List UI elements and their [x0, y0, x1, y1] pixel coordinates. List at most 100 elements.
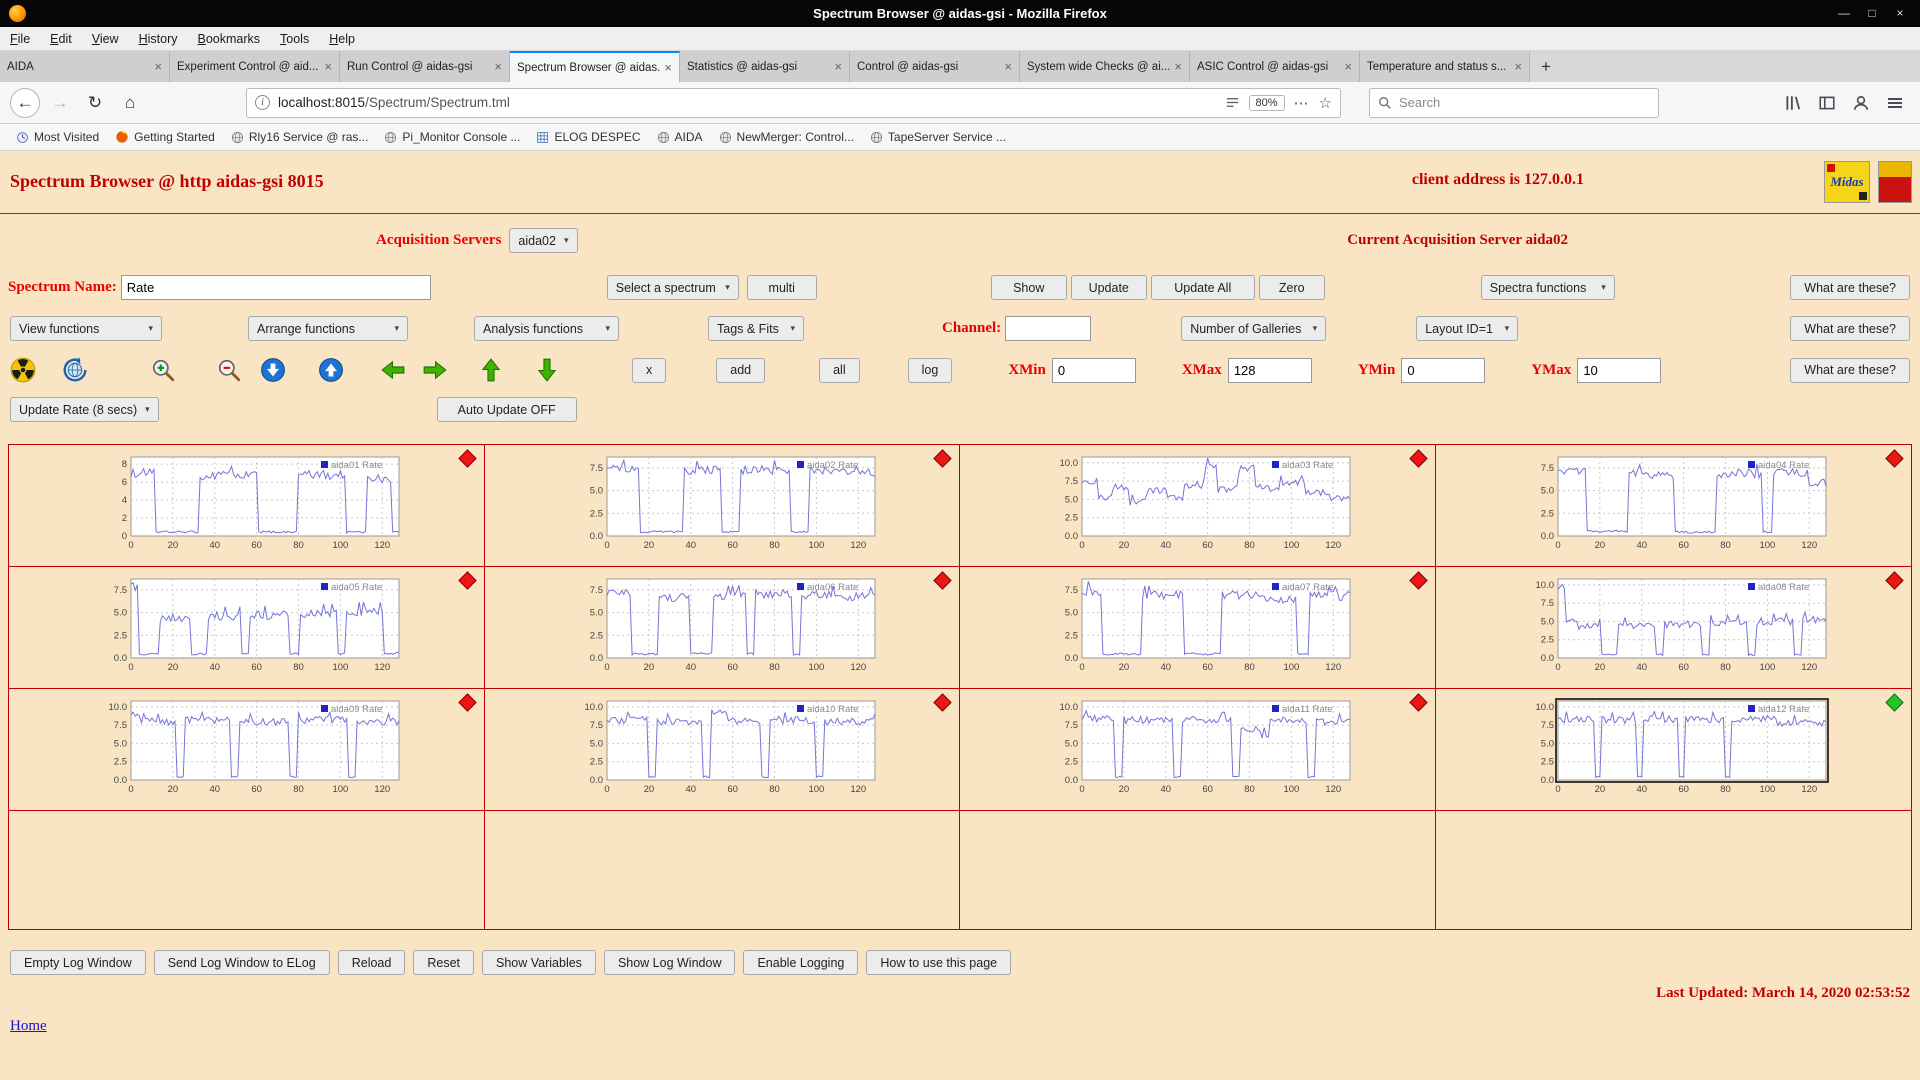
- bookmark-getting-started[interactable]: Getting Started: [107, 130, 223, 144]
- tab-1[interactable]: AIDA ×: [0, 51, 170, 82]
- show-log-window-button[interactable]: Show Log Window: [603, 950, 736, 975]
- update-rate-dropdown[interactable]: Update Rate (8 secs) ▾: [10, 397, 159, 422]
- log-button[interactable]: log: [907, 357, 953, 383]
- what-are-these-button[interactable]: What are these?: [1790, 316, 1910, 341]
- spectrum-cell-7[interactable]: 0.0 2.5 5.0 7.5 0 20 40 60 80 100 120 aida07 Rate: [960, 567, 1436, 689]
- circle-down-arrow-icon[interactable]: [260, 357, 286, 383]
- menu-tools[interactable]: Tools: [270, 32, 319, 46]
- show-button[interactable]: Show: [990, 275, 1067, 300]
- spectrum-cell-6[interactable]: 0.0 2.5 5.0 7.5 0 20 40 60 80 100 120 aida06 Rate: [484, 567, 960, 689]
- update-button[interactable]: Update: [1070, 275, 1147, 300]
- bookmark-newmerger-control[interactable]: NewMerger: Control...: [711, 130, 862, 144]
- enable-logging-button[interactable]: Enable Logging: [743, 950, 859, 975]
- spectrum-cell-3[interactable]: 0.0 2.5 5.0 7.5 10.0 0 20 40 60 80 100 120 aida03 Ra…: [960, 445, 1436, 567]
- minimize-icon[interactable]: —: [1830, 0, 1858, 27]
- tab-close-icon[interactable]: ×: [1344, 59, 1352, 74]
- radiation-icon[interactable]: [10, 357, 36, 383]
- maximize-icon[interactable]: □: [1858, 0, 1886, 27]
- spectrum-cell-10[interactable]: 0.0 2.5 5.0 7.5 10.0 0 20 40 60 80 100 120 aida10 Ra…: [484, 689, 960, 811]
- spectra-functions-dropdown[interactable]: Spectra functions ▾: [1480, 275, 1615, 300]
- menu-history[interactable]: History: [129, 32, 188, 46]
- bookmark-elog-despec[interactable]: ELOG DESPEC: [528, 130, 648, 144]
- forward-button[interactable]: →: [45, 88, 75, 118]
- home-button[interactable]: ⌂: [115, 88, 145, 118]
- close-icon[interactable]: ×: [1886, 0, 1914, 27]
- tab-7[interactable]: System wide Checks @ ai... ×: [1020, 51, 1190, 82]
- bookmark-pi-monitor-console[interactable]: Pi_Monitor Console ...: [376, 130, 528, 144]
- how-to-use-button[interactable]: How to use this page: [866, 950, 1012, 975]
- spectrum-cell-5[interactable]: 0.0 2.5 5.0 7.5 0 20 40 60 80 100 120 aida05 Rate: [9, 567, 485, 689]
- tab-close-icon[interactable]: ×: [1514, 59, 1522, 74]
- page-actions-icon[interactable]: ⋯: [1294, 94, 1309, 112]
- reload-button[interactable]: Reload: [337, 950, 406, 975]
- bookmark-aida[interactable]: AIDA: [649, 130, 711, 144]
- circle-up-arrow-icon[interactable]: [318, 357, 344, 383]
- green-right-arrow-icon[interactable]: [422, 357, 448, 383]
- zero-button[interactable]: Zero: [1258, 275, 1325, 300]
- tab-2[interactable]: Experiment Control @ aid... ×: [170, 51, 340, 82]
- tab-close-icon[interactable]: ×: [324, 59, 332, 74]
- empty-log-window-button[interactable]: Empty Log Window: [10, 950, 146, 975]
- tab-close-icon[interactable]: ×: [494, 59, 502, 74]
- zoom-out-icon[interactable]: [216, 357, 242, 383]
- acquisition-server-select[interactable]: aida02 ▾: [509, 228, 578, 253]
- refresh-globe-icon[interactable]: [62, 357, 88, 383]
- send-log-window-to-elog-button[interactable]: Send Log Window to ELog: [153, 950, 330, 975]
- tab-close-icon[interactable]: ×: [1004, 59, 1012, 74]
- bookmark-most-visited[interactable]: Most Visited: [8, 130, 107, 144]
- all-button[interactable]: all: [819, 357, 860, 383]
- ymin-input[interactable]: [1401, 357, 1486, 383]
- menu-help[interactable]: Help: [319, 32, 365, 46]
- spectrum-name-input[interactable]: [120, 275, 431, 300]
- what-are-these-button[interactable]: What are these?: [1790, 357, 1910, 383]
- bookmark-star-icon[interactable]: ☆: [1319, 94, 1332, 112]
- spectrum-cell-8[interactable]: 0.0 2.5 5.0 7.5 10.0 0 20 40 60 80 100 120 aida08 Ra…: [1435, 567, 1911, 689]
- reload-button[interactable]: ↻: [80, 88, 110, 118]
- xmin-input[interactable]: [1051, 357, 1136, 383]
- menu-edit[interactable]: Edit: [40, 32, 82, 46]
- green-left-arrow-icon[interactable]: [380, 357, 406, 383]
- sidebar-icon[interactable]: [1818, 94, 1836, 112]
- analysis-functions-dropdown[interactable]: Analysis functions ▾: [474, 316, 619, 341]
- search-bar[interactable]: Search: [1369, 87, 1659, 118]
- x-button[interactable]: x: [632, 357, 667, 383]
- green-up-arrow-icon[interactable]: [478, 357, 504, 383]
- layout-id-dropdown[interactable]: Layout ID=1 ▾: [1416, 316, 1519, 341]
- menu-file[interactable]: File: [0, 32, 40, 46]
- new-tab-button[interactable]: +: [1530, 51, 1562, 82]
- site-info-icon[interactable]: i: [255, 95, 270, 110]
- tab-close-icon[interactable]: ×: [154, 59, 162, 74]
- ymax-input[interactable]: [1577, 357, 1662, 383]
- spectrum-cell-2[interactable]: 0.0 2.5 5.0 7.5 0 20 40 60 80 100 120 aida02 Rate: [484, 445, 960, 567]
- tab-9[interactable]: Temperature and status s... ×: [1360, 51, 1530, 82]
- spectrum-cell-9[interactable]: 0.0 2.5 5.0 7.5 10.0 0 20 40 60 80 100 120 aida09 Ra…: [9, 689, 485, 811]
- zoom-level-button[interactable]: 80%: [1248, 94, 1285, 111]
- spectrum-cell-4[interactable]: 0.0 2.5 5.0 7.5 0 20 40 60 80 100 120 aida04 Rate: [1435, 445, 1911, 567]
- tab-8[interactable]: ASIC Control @ aidas-gsi ×: [1190, 51, 1360, 82]
- bookmark-tapeserver-service[interactable]: TapeServer Service ...: [862, 130, 1014, 144]
- channel-input[interactable]: [1005, 316, 1092, 341]
- url-bar[interactable]: i localhost:8015/Spectrum/Spectrum.tml 8…: [246, 87, 1341, 118]
- home-link[interactable]: Home: [10, 1018, 47, 1035]
- spectrum-cell-11[interactable]: 0.0 2.5 5.0 7.5 10.0 0 20 40 60 80 100 120 aida11 Ra…: [960, 689, 1436, 811]
- menu-hamburger-icon[interactable]: [1886, 94, 1904, 112]
- spectrum-cell-1[interactable]: 0 2 4 6 8 0 20 40 60 80 100 120 aida01 Rate: [9, 445, 485, 567]
- tab-close-icon[interactable]: ×: [664, 60, 672, 75]
- tab-4[interactable]: Spectrum Browser @ aidas... ×: [510, 51, 680, 82]
- xmax-input[interactable]: [1227, 357, 1312, 383]
- tab-3[interactable]: Run Control @ aidas-gsi ×: [340, 51, 510, 82]
- zoom-in-icon[interactable]: [150, 357, 176, 383]
- menu-bookmarks[interactable]: Bookmarks: [188, 32, 271, 46]
- tab-5[interactable]: Statistics @ aidas-gsi ×: [680, 51, 850, 82]
- account-icon[interactable]: [1852, 94, 1870, 112]
- select-spectrum-dropdown[interactable]: Select a spectrum ▾: [606, 275, 739, 300]
- what-are-these-button[interactable]: What are these?: [1790, 275, 1910, 300]
- auto-update-button[interactable]: Auto Update OFF: [436, 397, 577, 422]
- multi-button[interactable]: multi: [746, 275, 817, 300]
- view-functions-dropdown[interactable]: View functions ▾: [10, 316, 162, 341]
- number-of-galleries-dropdown[interactable]: Number of Galleries ▾: [1181, 316, 1327, 341]
- back-button[interactable]: ←: [10, 87, 40, 118]
- reader-mode-icon[interactable]: [1225, 95, 1240, 110]
- tab-close-icon[interactable]: ×: [834, 59, 842, 74]
- show-variables-button[interactable]: Show Variables: [482, 950, 596, 975]
